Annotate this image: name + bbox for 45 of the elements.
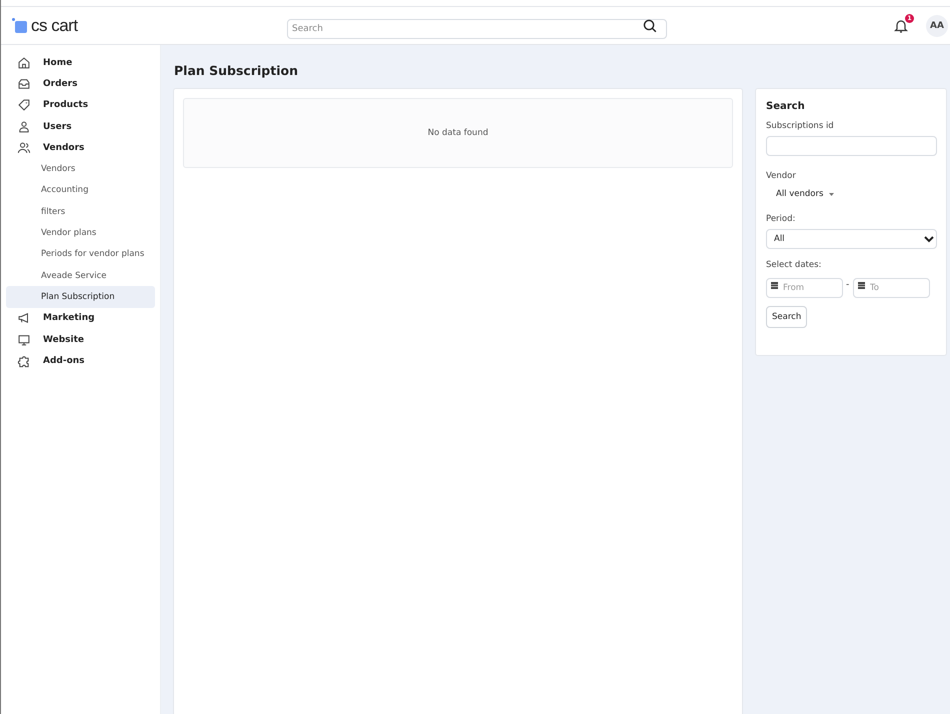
search-icon[interactable] bbox=[643, 18, 657, 32]
user-avatar[interactable]: AA bbox=[926, 14, 948, 36]
logo-icon bbox=[12, 18, 28, 34]
sidebar-subitem[interactable]: filters bbox=[6, 201, 155, 222]
empty-message: No data found bbox=[428, 128, 488, 138]
sidebar-item[interactable]: Website bbox=[6, 328, 155, 350]
logo-text: cs cart bbox=[31, 16, 78, 36]
sidebar-subitem[interactable]: Vendors bbox=[6, 158, 155, 180]
sidebar-item[interactable]: Home bbox=[6, 52, 155, 74]
search-field[interactable]: Search bbox=[287, 18, 667, 38]
sidebar-subitem[interactable]: Aveade Service bbox=[6, 264, 155, 286]
date-separator: - bbox=[846, 280, 850, 290]
field-label: Select dates: bbox=[766, 260, 822, 270]
sidebar-item[interactable]: Orders bbox=[6, 73, 155, 95]
menu-icon bbox=[17, 332, 31, 346]
menu-icon bbox=[17, 311, 31, 326]
field-label: Period: bbox=[766, 214, 796, 224]
search-button[interactable]: Search bbox=[766, 306, 808, 328]
vendor-dropdown[interactable]: All vendors bbox=[766, 189, 834, 199]
chevron-icon bbox=[924, 236, 934, 242]
menu-icon bbox=[17, 140, 31, 155]
menu-icon bbox=[17, 354, 31, 368]
menu-icon bbox=[17, 98, 31, 112]
sidebar-item[interactable]: Products bbox=[6, 94, 155, 116]
sidebar-subitem[interactable]: Accounting bbox=[6, 180, 155, 202]
menu-icon bbox=[17, 76, 31, 91]
sidebar-item[interactable]: Marketing bbox=[6, 308, 155, 329]
sidebar-item[interactable]: Users bbox=[6, 116, 155, 138]
sidebar-item[interactable]: Vendors bbox=[6, 137, 155, 158]
date-field[interactable]: From bbox=[766, 278, 843, 298]
field-label: Vendor bbox=[766, 171, 796, 181]
date-field[interactable]: To bbox=[853, 278, 930, 298]
period-select[interactable]: All bbox=[766, 229, 937, 249]
page-title: Plan Subscription bbox=[174, 63, 299, 78]
menu-icon bbox=[17, 120, 31, 134]
sidebar-subitem[interactable]: Vendor plans bbox=[6, 222, 155, 244]
input-field[interactable] bbox=[766, 136, 937, 156]
panel-title: Search bbox=[766, 101, 805, 112]
sidebar-subitem[interactable]: Periods for vendor plans bbox=[6, 244, 155, 265]
menu-icon bbox=[17, 56, 31, 70]
field-label: Subscriptions id bbox=[766, 121, 834, 131]
sidebar-subitem[interactable]: Plan Subscription bbox=[6, 286, 155, 308]
caret-icon bbox=[829, 192, 834, 196]
sidebar-item[interactable]: Add-ons bbox=[6, 350, 155, 372]
bell-icon[interactable] bbox=[894, 18, 908, 34]
